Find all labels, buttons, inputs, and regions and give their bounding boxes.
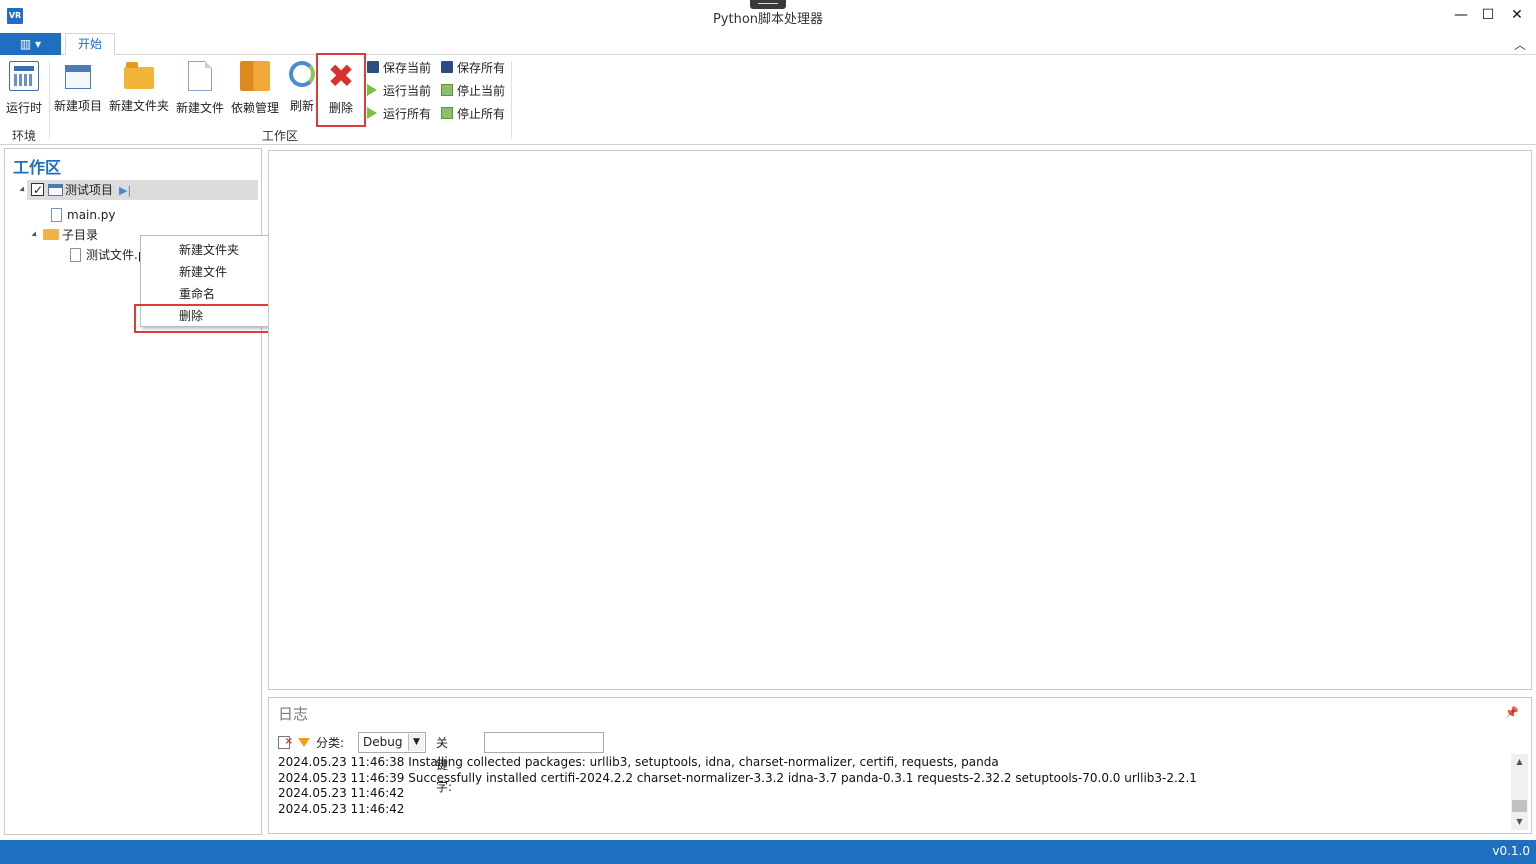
save-current-label: 保存当前 — [383, 61, 432, 75]
file-label: main.py — [67, 208, 116, 222]
keyword-input[interactable] — [484, 732, 604, 753]
save-all-icon — [441, 61, 453, 73]
log-output: 2024.05.23 11:46:38 Installing collected… — [278, 755, 1197, 817]
group-divider — [511, 61, 512, 139]
expand-arrow-icon[interactable] — [19, 186, 27, 194]
filter-icon[interactable] — [298, 738, 310, 747]
window-title: Python脚本处理器 — [712, 12, 824, 27]
app-menu-button[interactable]: ▥ ▾ — [0, 33, 61, 55]
folder-label: 子目录 — [62, 228, 99, 242]
project-label: 测试项目 — [65, 183, 114, 197]
tab-start[interactable]: 开始 — [65, 33, 115, 56]
scroll-thumb[interactable] — [1512, 800, 1527, 812]
stop-current-button[interactable]: 停止当前 — [441, 81, 505, 101]
subfile-label: 测试文件.p — [86, 248, 146, 262]
save-all-label: 保存所有 — [457, 61, 506, 75]
runtime-label: 运行时 — [5, 101, 42, 115]
stop-icon — [441, 84, 453, 96]
new-project-icon — [65, 65, 91, 89]
new-project-label: 新建项目 — [53, 99, 102, 113]
play-icon — [367, 84, 377, 96]
project-checkbox[interactable] — [31, 180, 44, 200]
file-icon — [70, 248, 81, 262]
new-file-label: 新建文件 — [175, 101, 224, 115]
stop-all-label: 停止所有 — [457, 107, 506, 121]
ribbon-collapse-icon[interactable]: ︿ — [1514, 36, 1526, 53]
save-all-button[interactable]: 保存所有 — [441, 58, 505, 78]
log-title: 日志 — [278, 705, 309, 723]
ribbon: 运行时 环境 新建项目 新建文件夹 新建文件 依赖管理 刷新 ✖ 删除 保存当前… — [0, 55, 1536, 145]
category-label: 分类: — [316, 736, 345, 750]
dependency-label: 依赖管理 — [230, 101, 279, 115]
refresh-button[interactable]: 刷新 — [286, 59, 318, 115]
run-project-icon[interactable]: ▶| — [119, 181, 131, 201]
stop-current-label: 停止当前 — [457, 84, 506, 98]
pin-icon[interactable]: 📌 — [1505, 706, 1519, 719]
workspace-title: 工作区 — [13, 158, 62, 177]
new-project-button[interactable]: 新建项目 — [52, 59, 104, 115]
project-icon — [48, 184, 63, 196]
refresh-icon — [289, 61, 315, 87]
log-toolbar: 分类: Debug ▼ 关键字: — [278, 731, 604, 794]
log-line: 2024.05.23 11:46:42 — [278, 801, 405, 816]
editor-area[interactable] — [268, 150, 1532, 690]
group-label-workspace: 工作区 — [262, 129, 299, 143]
drag-handle[interactable] — [750, 0, 786, 9]
file-icon — [51, 208, 62, 222]
file-icon — [188, 61, 212, 91]
log-line: 2024.05.23 11:46:39 Successfully install… — [278, 770, 1197, 785]
tree-item-main-file[interactable]: main.py — [51, 205, 116, 225]
group-divider — [49, 61, 50, 139]
scroll-up-icon[interactable]: ▲ — [1511, 754, 1528, 770]
books-icon — [240, 61, 270, 91]
save-current-button[interactable]: 保存当前 — [367, 58, 431, 78]
run-all-label: 运行所有 — [383, 107, 432, 121]
run-current-label: 运行当前 — [383, 84, 432, 98]
stop-all-button[interactable]: 停止所有 — [441, 104, 505, 124]
tree-item-project[interactable]: 测试项目 ▶| — [19, 180, 258, 201]
log-line: 2024.05.23 11:46:42 — [278, 786, 405, 800]
expand-arrow-icon[interactable] — [31, 231, 39, 239]
save-icon — [367, 61, 379, 73]
log-line: 2024.05.23 11:46:38 Installing collected… — [278, 755, 999, 769]
calculator-icon — [9, 61, 39, 91]
title-bar: VR Python脚本处理器 — ☐ ✕ — [0, 0, 1536, 32]
new-folder-label: 新建文件夹 — [108, 99, 169, 113]
new-folder-button[interactable]: 新建文件夹 — [107, 59, 171, 115]
new-file-button[interactable]: 新建文件 — [174, 59, 226, 115]
play-icon — [367, 107, 377, 119]
run-all-button[interactable]: 运行所有 — [367, 104, 431, 124]
clear-log-icon[interactable] — [278, 731, 293, 753]
log-panel: 日志 📌 分类: Debug ▼ 关键字: 2024.05.23 11:46:3… — [268, 697, 1532, 834]
folder-icon — [43, 229, 59, 240]
tree-item-subfile[interactable]: 测试文件.p — [70, 245, 145, 265]
ribbon-tab-row: ▥ ▾ 开始 ︿ — [0, 32, 1536, 56]
runtime-button[interactable]: 运行时 — [2, 59, 46, 115]
folder-icon — [124, 62, 154, 89]
log-scrollbar[interactable]: ▲ ▼ — [1511, 754, 1528, 830]
scroll-down-icon[interactable]: ▼ — [1511, 814, 1528, 830]
chevron-down-icon[interactable]: ▼ — [408, 734, 424, 751]
version-label: v0.1.0 — [1492, 844, 1530, 858]
group-label-environment: 环境 — [12, 129, 37, 143]
tree-item-subfolder[interactable]: 子目录 — [31, 225, 99, 245]
category-select[interactable]: Debug ▼ — [358, 732, 426, 753]
run-current-button[interactable]: 运行当前 — [367, 81, 431, 101]
refresh-label: 刷新 — [289, 99, 314, 113]
stop-icon — [441, 107, 453, 119]
status-bar: v0.1.0 — [0, 840, 1536, 864]
category-value: Debug — [363, 735, 403, 749]
delete-button-highlight — [316, 53, 366, 127]
close-button[interactable]: ✕ — [1500, 0, 1534, 30]
dependency-button[interactable]: 依赖管理 — [229, 59, 281, 115]
